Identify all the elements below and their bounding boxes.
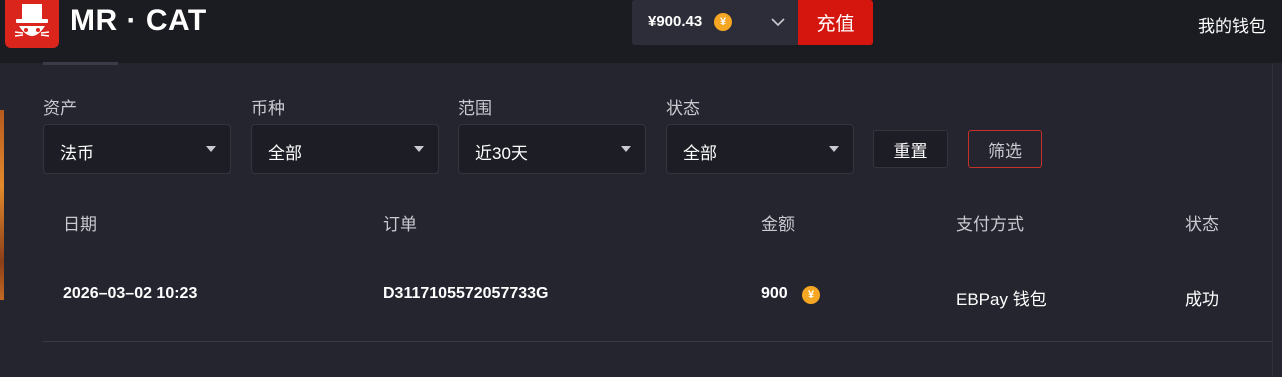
balance-amount: ¥900.43 <box>648 13 703 30</box>
status-filter-label: 状态 <box>666 99 700 118</box>
caret-down-icon <box>414 146 424 152</box>
currency-filter-label: 币种 <box>251 99 285 118</box>
column-header-order: 订单 <box>383 215 417 234</box>
top-bar: MR · CAT ¥900.43 ¥ 充值 我的钱包 <box>0 0 1282 63</box>
side-banner-strip <box>0 110 4 300</box>
caret-down-icon <box>206 146 216 152</box>
chevron-down-icon[interactable] <box>770 12 786 37</box>
row-amount: 900 <box>761 285 788 302</box>
my-wallet-link[interactable]: 我的钱包 <box>1198 12 1266 37</box>
caret-down-icon <box>829 146 839 152</box>
row-payment-method: EBPay 钱包 <box>956 290 1047 309</box>
tab-indicator <box>43 62 118 65</box>
row-status: 成功 <box>1185 290 1219 309</box>
topup-button[interactable]: 充值 <box>798 0 873 45</box>
column-header-date: 日期 <box>63 215 97 234</box>
content-divider <box>1272 63 1273 377</box>
asset-select-value: 法币 <box>60 144 94 163</box>
asset-select[interactable]: 法币 <box>43 124 231 174</box>
filter-button[interactable]: 筛选 <box>968 130 1042 168</box>
currency-select[interactable]: 全部 <box>251 124 439 174</box>
balance-selector[interactable]: ¥900.43 ¥ <box>632 0 800 45</box>
coin-icon: ¥ <box>802 286 820 304</box>
cat-logo-icon[interactable] <box>5 0 59 48</box>
range-select-value: 近30天 <box>475 144 528 163</box>
reset-button[interactable]: 重置 <box>873 130 948 168</box>
status-select[interactable]: 全部 <box>666 124 854 174</box>
brand-name[interactable]: MR · CAT <box>70 4 207 38</box>
range-select[interactable]: 近30天 <box>458 124 646 174</box>
row-order-id: D3117105572057733G <box>383 285 549 302</box>
column-header-status: 状态 <box>1185 215 1219 234</box>
column-header-payment: 支付方式 <box>956 215 1024 234</box>
row-date: 2026–03–02 10:23 <box>63 285 198 302</box>
row-divider <box>43 341 1272 342</box>
column-header-amount: 金额 <box>761 215 795 234</box>
range-filter-label: 范围 <box>458 99 492 118</box>
coin-icon: ¥ <box>714 13 732 31</box>
caret-down-icon <box>621 146 631 152</box>
asset-filter-label: 资产 <box>43 99 77 118</box>
status-select-value: 全部 <box>683 144 717 163</box>
currency-select-value: 全部 <box>268 144 302 163</box>
